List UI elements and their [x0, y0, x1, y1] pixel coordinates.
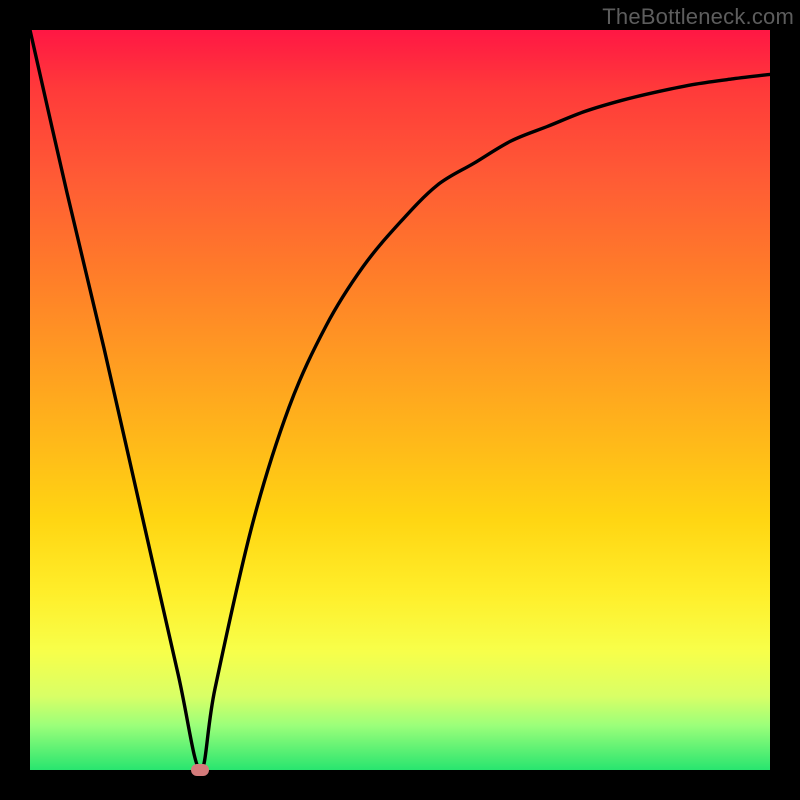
chart-frame	[0, 0, 800, 800]
chart-plot-area	[30, 30, 770, 770]
curve-path	[30, 30, 770, 770]
minimum-marker-icon	[191, 764, 209, 776]
bottleneck-curve	[30, 30, 770, 770]
watermark-text: TheBottleneck.com	[602, 4, 794, 30]
